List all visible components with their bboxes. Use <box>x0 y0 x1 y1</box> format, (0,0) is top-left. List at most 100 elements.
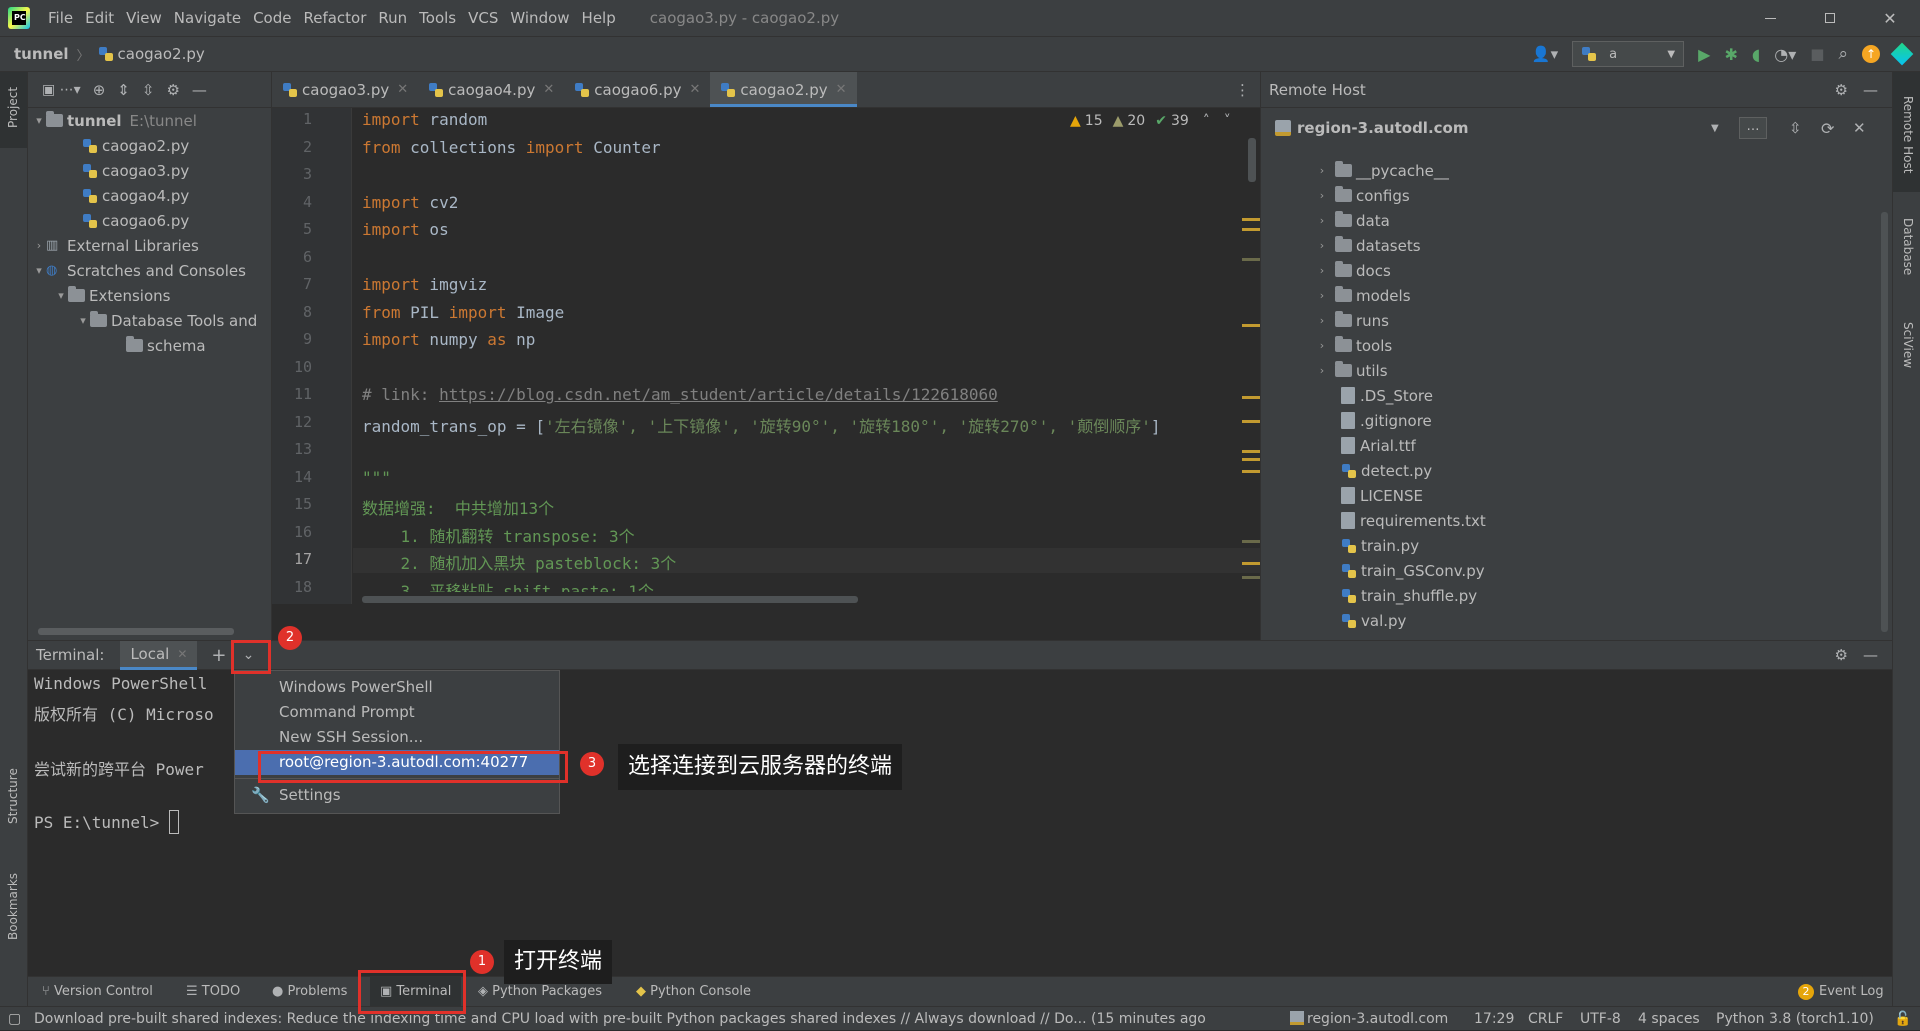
remote-folder[interactable]: › configs <box>1261 183 1881 208</box>
sciview-tool-label[interactable]: SciView <box>1901 322 1915 368</box>
breadcrumb-file[interactable]: caogao2.py <box>118 45 205 63</box>
hide-icon[interactable]: — <box>192 81 207 99</box>
remote-folder[interactable]: › runs <box>1261 308 1881 333</box>
menu-refactor[interactable]: Refactor <box>297 0 372 36</box>
hide-icon[interactable]: — <box>1863 81 1878 99</box>
chevron-up-icon[interactable]: ˄ <box>1203 113 1210 129</box>
profile-icon[interactable]: ◔▾ <box>1774 45 1796 64</box>
tree-file[interactable]: caogao4.py <box>28 183 271 208</box>
code-link[interactable]: https://blog.csdn.net/am_student/article… <box>439 385 998 404</box>
tool-python-console[interactable]: ◆ Python Console <box>636 977 751 1007</box>
toolbox-icon[interactable] <box>1890 42 1914 66</box>
error-stripe-marker[interactable] <box>1242 324 1260 327</box>
remote-file[interactable]: train_GSConv.py <box>1261 558 1881 583</box>
status-toggle-icon[interactable]: ▢ <box>8 1007 21 1031</box>
close-window-button[interactable]: ✕ <box>1860 0 1920 36</box>
tool-event-log[interactable]: 2 Event Log <box>1798 977 1884 1007</box>
error-stripe-marker[interactable] <box>1242 450 1260 453</box>
status-indent[interactable]: 4 spaces <box>1638 1007 1700 1031</box>
tab-local[interactable]: Local ✕ <box>120 640 198 670</box>
gear-icon[interactable]: ⚙ <box>1835 646 1848 664</box>
menu-tools[interactable]: Tools <box>413 0 462 36</box>
close-icon[interactable]: ✕ <box>397 82 408 97</box>
debug-icon[interactable]: ✱ <box>1724 45 1737 64</box>
hide-icon[interactable]: — <box>1863 646 1878 664</box>
error-stripe-marker[interactable] <box>1242 470 1260 473</box>
gear-icon[interactable]: ⚙ <box>1835 81 1848 99</box>
coverage-icon[interactable]: ◖ <box>1752 45 1760 64</box>
remote-file[interactable]: train_shuffle.py <box>1261 583 1881 608</box>
tree-file[interactable]: caogao6.py <box>28 208 271 233</box>
update-icon[interactable]: ↑ <box>1862 45 1880 63</box>
locate-icon[interactable]: ⊕ <box>93 81 106 99</box>
close-icon[interactable]: ✕ <box>689 82 700 97</box>
run-config-select[interactable]: a ▼ <box>1572 41 1685 67</box>
editor-v-scrollbar[interactable] <box>1248 138 1256 182</box>
tree-file[interactable]: caogao3.py <box>28 158 271 183</box>
error-stripe-marker[interactable] <box>1242 576 1260 579</box>
tree-external-libraries[interactable]: › ▥ External Libraries <box>28 233 271 258</box>
stop-icon[interactable]: ■ <box>1810 45 1824 63</box>
close-icon[interactable]: ✕ <box>1853 119 1866 137</box>
error-stripe-marker[interactable] <box>1242 228 1260 231</box>
menu-file[interactable]: File <box>42 0 79 36</box>
lock-icon[interactable]: 🔓 <box>1894 1007 1911 1031</box>
remote-file[interactable]: val.py <box>1261 608 1881 633</box>
restore-button[interactable] <box>1800 0 1860 36</box>
close-icon[interactable]: ✕ <box>177 647 187 661</box>
menu-run[interactable]: Run <box>372 0 413 36</box>
project-view-selector-icon[interactable]: ▣ ⋯▾ <box>42 82 81 98</box>
status-message[interactable]: Download pre-built shared indexes: Reduc… <box>34 1007 1248 1031</box>
remote-scrollbar[interactable] <box>1881 212 1888 632</box>
tree-folder[interactable]: schema <box>28 333 271 358</box>
error-stripe-marker[interactable] <box>1242 562 1260 565</box>
error-stripe-marker[interactable] <box>1242 420 1260 423</box>
remote-folder[interactable]: › __pycache__ <box>1261 158 1881 183</box>
menu-item-command-prompt[interactable]: Command Prompt <box>235 700 559 725</box>
menu-navigate[interactable]: Navigate <box>168 0 247 36</box>
remote-folder[interactable]: › datasets <box>1261 233 1881 258</box>
browse-button[interactable]: … <box>1739 117 1767 139</box>
tab-caogao2[interactable]: caogao2.py ✕ <box>710 72 857 107</box>
tree-folder[interactable]: ▾ Database Tools and <box>28 308 271 333</box>
remote-folder[interactable]: › models <box>1261 283 1881 308</box>
structure-tool-label[interactable]: Structure <box>6 768 20 824</box>
chevron-down-icon[interactable]: ▼ <box>1711 123 1719 134</box>
expand-all-icon[interactable]: ⇕ <box>117 81 130 99</box>
status-interpreter[interactable]: Python 3.8 (torch1.10) <box>1716 1007 1874 1031</box>
remote-folder[interactable]: › docs <box>1261 258 1881 283</box>
menu-vcs[interactable]: VCS <box>462 0 504 36</box>
error-stripe-marker[interactable] <box>1242 218 1260 221</box>
menu-item-new-ssh[interactable]: New SSH Session... <box>235 725 559 750</box>
remote-folder[interactable]: › data <box>1261 208 1881 233</box>
refresh-icon[interactable]: ⟳ <box>1821 119 1834 138</box>
error-stripe-marker[interactable] <box>1242 540 1260 543</box>
tabs-menu-icon[interactable]: ⋮ <box>1235 81 1250 99</box>
tab-caogao3[interactable]: caogao3.py ✕ <box>272 72 418 107</box>
close-icon[interactable]: ✕ <box>836 82 847 97</box>
menu-help[interactable]: Help <box>576 0 622 36</box>
chevron-down-icon[interactable]: ˅ <box>1224 113 1231 129</box>
tab-caogao4[interactable]: caogao4.py ✕ <box>418 72 564 107</box>
editor-h-scrollbar[interactable] <box>362 596 858 603</box>
close-icon[interactable]: ✕ <box>543 82 554 97</box>
gear-icon[interactable]: ⚙ <box>166 81 179 99</box>
remote-file[interactable]: requirements.txt <box>1261 508 1881 533</box>
tree-root[interactable]: ▾ tunnel E:\tunnel <box>28 108 271 133</box>
search-icon[interactable]: ⌕ <box>1838 44 1848 64</box>
menu-edit[interactable]: Edit <box>79 0 120 36</box>
tool-version-control[interactable]: ⑂ Version Control <box>42 977 153 1007</box>
remote-file[interactable]: .DS_Store <box>1261 383 1881 408</box>
menu-window[interactable]: Window <box>504 0 575 36</box>
remote-file[interactable]: Arial.ttf <box>1261 433 1881 458</box>
tool-problems[interactable]: ● Problems <box>272 977 347 1007</box>
run-icon[interactable]: ▶ <box>1698 45 1710 64</box>
tree-scratches[interactable]: ▾ ◍ Scratches and Consoles <box>28 258 271 283</box>
database-tool-label[interactable]: Database <box>1901 218 1915 275</box>
user-icon[interactable]: 👤▾ <box>1532 45 1558 63</box>
tree-folder[interactable]: ▾ Extensions <box>28 283 271 308</box>
inspection-widget[interactable]: ▲ 15 ▲ 20 ✔ 39 ˄ ˅ <box>1070 112 1231 130</box>
tab-caogao6[interactable]: caogao6.py ✕ <box>564 72 710 107</box>
breadcrumb-project[interactable]: tunnel <box>14 45 69 63</box>
project-scrollbar[interactable] <box>38 628 234 635</box>
